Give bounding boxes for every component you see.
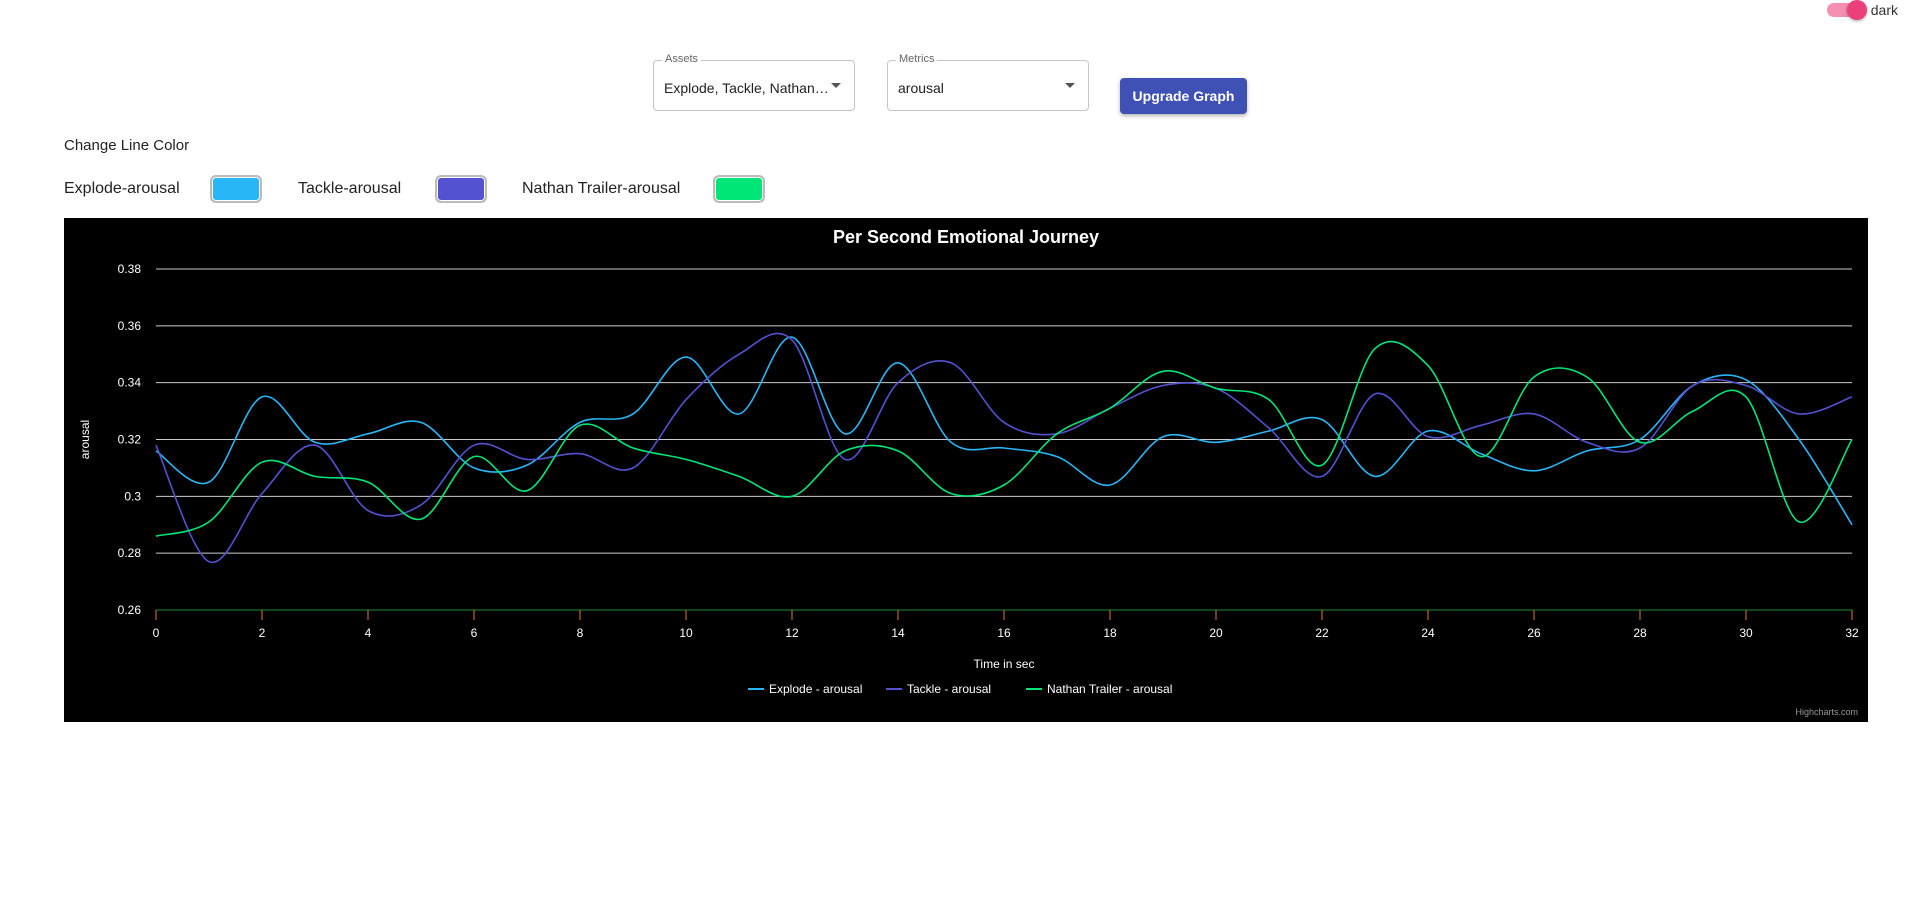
x-axis-title: Time in sec xyxy=(974,657,1035,671)
y-tick-label: 0.3 xyxy=(124,489,141,503)
metrics-select-value: arousal xyxy=(898,80,944,96)
legend-item-label: Explode - arousal xyxy=(769,682,862,696)
x-tick-label: 14 xyxy=(891,626,905,640)
y-tick-label: 0.32 xyxy=(118,433,142,447)
x-tick-label: 8 xyxy=(577,626,584,640)
metrics-select-label: Metrics xyxy=(896,53,938,65)
x-tick-label: 4 xyxy=(365,626,372,640)
upgrade-graph-button[interactable]: Upgrade Graph xyxy=(1120,78,1247,114)
legend-item-label: Nathan Trailer - arousal xyxy=(1047,682,1172,696)
x-tick-label: 2 xyxy=(259,626,266,640)
line-color-label-explode: Explode-arousal xyxy=(64,180,180,197)
x-tick-label: 24 xyxy=(1421,626,1435,640)
x-tick-label: 32 xyxy=(1845,626,1859,640)
x-tick-label: 20 xyxy=(1209,626,1223,640)
assets-select-label: Assets xyxy=(662,53,702,65)
assets-select-value: Explode, Tackle, Nathan ... xyxy=(664,80,829,96)
x-tick-label: 26 xyxy=(1527,626,1541,640)
x-tick-label: 12 xyxy=(785,626,799,640)
x-tick-label: 18 xyxy=(1103,626,1117,640)
line-chart: Per Second Emotional Journey 0.26 0.28 0.3 0… xyxy=(78,227,1859,696)
x-tick-label: 10 xyxy=(679,626,693,640)
toggle-track[interactable] xyxy=(1826,0,1867,20)
line-color-label-tackle: Tackle-arousal xyxy=(298,180,402,197)
y-tick-label: 0.36 xyxy=(118,319,142,333)
metrics-select[interactable]: Metrics arousal xyxy=(887,53,1089,111)
line-color-label-nathan-trailer: Nathan Trailer-arousal xyxy=(522,180,681,197)
chart-credits[interactable]: Highcharts.com xyxy=(1795,707,1858,717)
y-axis-title: arousal xyxy=(78,420,92,459)
chevron-down-icon[interactable] xyxy=(1065,83,1075,88)
assets-select[interactable]: Assets Explode, Tackle, Nathan ... xyxy=(653,53,855,111)
color-swatch-explode[interactable] xyxy=(210,175,262,203)
x-tick-label: 28 xyxy=(1633,626,1647,640)
x-tick-label: 22 xyxy=(1315,626,1329,640)
color-swatch-nathan-trailer[interactable] xyxy=(713,175,765,203)
change-line-color-heading: Change Line Color xyxy=(64,137,190,154)
y-tick-label: 0.34 xyxy=(118,376,142,390)
series-line-nathan-trailer-arousal xyxy=(155,340,1853,537)
y-tick-label: 0.26 xyxy=(118,603,142,617)
toggle-thumb[interactable] xyxy=(1846,0,1867,20)
x-tick-label: 0 xyxy=(153,626,160,640)
theme-toggle[interactable]: dark xyxy=(1826,0,1898,20)
line-color-row: Explode-arousal Tackle-arousal Nathan Tr… xyxy=(64,175,1364,205)
y-tick-label: 0.38 xyxy=(118,262,142,276)
legend-item-label: Tackle - arousal xyxy=(907,682,991,696)
color-swatch-tackle[interactable] xyxy=(435,175,487,203)
theme-toggle-label: dark xyxy=(1870,2,1898,18)
chevron-down-icon[interactable] xyxy=(831,83,841,88)
x-tick-label: 6 xyxy=(471,626,478,640)
chart-container: Per Second Emotional Journey 0.26 0.28 0.3 0… xyxy=(64,218,1868,722)
x-tick-label: 16 xyxy=(997,626,1011,640)
x-tick-label: 30 xyxy=(1739,626,1753,640)
y-tick-label: 0.28 xyxy=(118,546,142,560)
chart-title: Per Second Emotional Journey xyxy=(833,227,1099,247)
